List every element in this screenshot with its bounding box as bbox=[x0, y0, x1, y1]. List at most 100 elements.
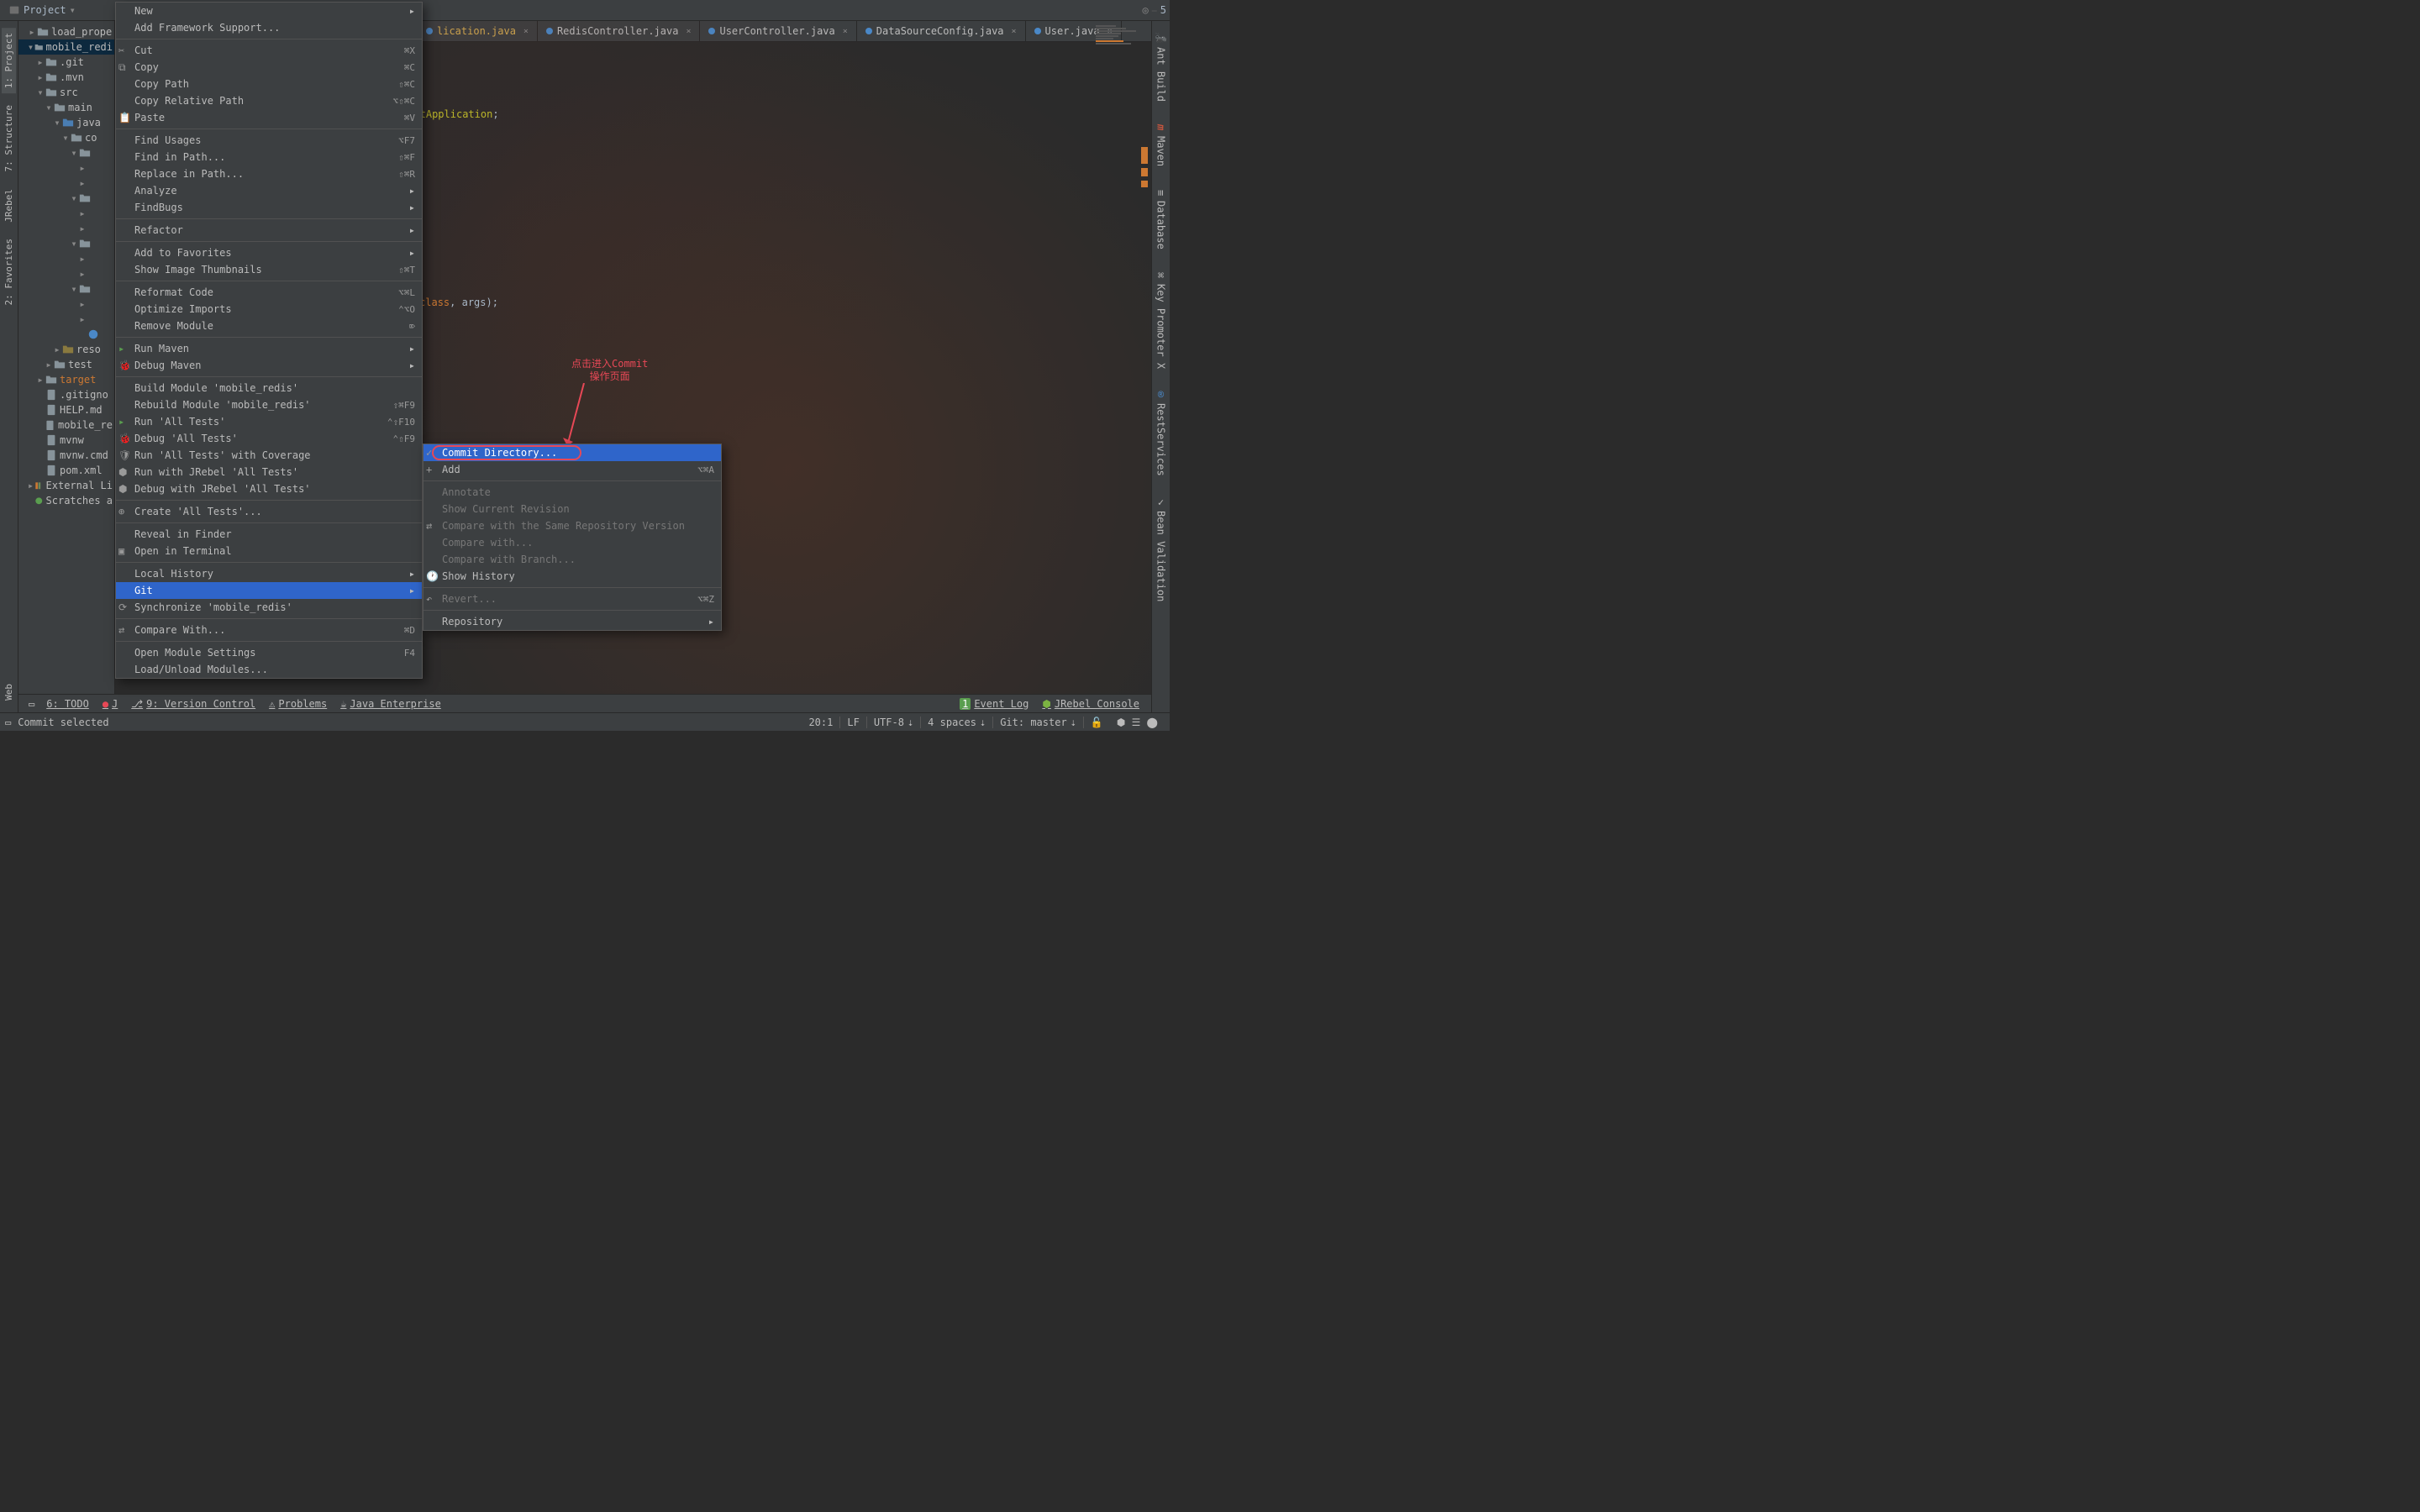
menu-item[interactable]: Local History▸ bbox=[116, 565, 422, 582]
menu-item[interactable]: Find Usages⌥F7 bbox=[116, 132, 422, 149]
tree-row[interactable]: ▸External Li bbox=[18, 478, 114, 493]
gutter-tab-structure[interactable]: 7: Structure bbox=[2, 100, 16, 176]
menu-item[interactable]: Replace in Path...⇧⌘R bbox=[116, 165, 422, 182]
menu-item[interactable]: 🛡Run 'All Tests' with Coverage bbox=[116, 447, 422, 464]
tree-row[interactable]: ▸ bbox=[18, 206, 114, 221]
tree-row[interactable]: mvnw.cmd bbox=[18, 448, 114, 463]
tree-row[interactable]: ▸ bbox=[18, 297, 114, 312]
close-icon[interactable]: × bbox=[686, 27, 691, 36]
gutter-tab-jrebel[interactable]: JRebel bbox=[2, 184, 16, 228]
tree-row[interactable]: ▸target bbox=[18, 372, 114, 387]
menu-item[interactable]: 🕐Show History bbox=[424, 568, 721, 585]
gutter-tab-bean[interactable]: ✓Bean Validation bbox=[1154, 491, 1169, 606]
menu-item[interactable]: Optimize Imports⌃⌥O bbox=[116, 301, 422, 318]
todo-tab[interactable]: 6: TODO bbox=[39, 698, 96, 710]
menu-item[interactable]: Build Module 'mobile_redis' bbox=[116, 380, 422, 396]
tree-row[interactable]: ▸ bbox=[18, 251, 114, 266]
encoding[interactable]: UTF-8 ⇣ bbox=[867, 717, 920, 728]
tree-row[interactable]: pom.xml bbox=[18, 463, 114, 478]
menu-item[interactable]: Add to Favorites▸ bbox=[116, 244, 422, 261]
problems-tab[interactable]: ⚠ Problems bbox=[262, 698, 334, 710]
tree-row[interactable]: ▸ bbox=[18, 176, 114, 191]
tree-row[interactable]: Scratches a bbox=[18, 493, 114, 508]
context-menu[interactable]: New▸Add Framework Support... ✂Cut⌘X⧉Copy⌘… bbox=[115, 2, 423, 679]
menu-item[interactable]: ⇄Compare With...⌘D bbox=[116, 622, 422, 638]
jrebel-console-tab[interactable]: ⬢ JRebel Console bbox=[1035, 698, 1146, 710]
tree-row[interactable]: ▸.git bbox=[18, 55, 114, 70]
project-tree[interactable]: ▸load_prope▾mobile_redi▸.git▸.mvn▾src▾ma… bbox=[18, 21, 114, 512]
menu-item[interactable]: Add Framework Support... bbox=[116, 19, 422, 36]
menu-item[interactable]: ⬢Debug with JRebel 'All Tests' bbox=[116, 480, 422, 497]
menu-item[interactable]: Git▸ bbox=[116, 582, 422, 599]
close-icon[interactable]: × bbox=[1012, 27, 1017, 36]
close-icon[interactable]: × bbox=[523, 27, 529, 36]
menu-item[interactable]: ⬢Run with JRebel 'All Tests' bbox=[116, 464, 422, 480]
menu-item[interactable]: Reformat Code⌥⌘L bbox=[116, 284, 422, 301]
tree-row[interactable]: mobile_re bbox=[18, 417, 114, 433]
menu-item[interactable]: ⟳Synchronize 'mobile_redis' bbox=[116, 599, 422, 616]
tree-row[interactable]: ▸ bbox=[18, 312, 114, 327]
tool-window-show-icon[interactable]: ▭ bbox=[24, 698, 39, 710]
tree-row[interactable]: ▾ bbox=[18, 281, 114, 297]
menu-item[interactable]: ▣Open in Terminal bbox=[116, 543, 422, 559]
status-widgets[interactable]: ⬢ ☰ ⬤ bbox=[1110, 717, 1165, 728]
tree-row[interactable]: .gitigno bbox=[18, 387, 114, 402]
menu-item[interactable]: Copy Path⇧⌘C bbox=[116, 76, 422, 92]
version-control-tab[interactable]: ⎇ 9: Version Control bbox=[124, 698, 262, 710]
menu-item[interactable]: New▸ bbox=[116, 3, 422, 19]
tree-row[interactable]: mvnw bbox=[18, 433, 114, 448]
menu-item[interactable]: Open Module SettingsF4 bbox=[116, 644, 422, 661]
gutter-tab-maven[interactable]: mMaven bbox=[1154, 117, 1169, 171]
tree-row[interactable]: ▾ bbox=[18, 191, 114, 206]
menu-item[interactable]: ⊕Create 'All Tests'... bbox=[116, 503, 422, 520]
tree-row[interactable]: ▾src bbox=[18, 85, 114, 100]
menu-item[interactable]: +Add⌥⌘A bbox=[424, 461, 721, 478]
tree-row[interactable]: ▾co bbox=[18, 130, 114, 145]
menu-item[interactable]: Remove Module⌦ bbox=[116, 318, 422, 334]
menu-item[interactable]: ⧉Copy⌘C bbox=[116, 59, 422, 76]
gutter-tab-keypromoter[interactable]: ⌘Key Promoter X bbox=[1154, 265, 1169, 374]
menu-item[interactable]: Copy Relative Path⌥⇧⌘C bbox=[116, 92, 422, 109]
java-ee-tab[interactable]: ☕ Java Enterprise bbox=[334, 698, 448, 710]
gutter-tab-project[interactable]: 1: Project bbox=[2, 28, 16, 93]
menu-item[interactable]: ✂Cut⌘X bbox=[116, 42, 422, 59]
editor-tab[interactable]: lication.java× bbox=[418, 21, 538, 42]
gutter-tab-rest[interactable]: ®RestServices bbox=[1154, 384, 1169, 481]
aim-icon[interactable]: ◎ bbox=[1143, 4, 1149, 16]
tree-row[interactable]: ▸ bbox=[18, 266, 114, 281]
tree-row[interactable]: ▸ bbox=[18, 160, 114, 176]
project-dropdown[interactable]: Project ▾ bbox=[3, 3, 81, 18]
tree-row[interactable] bbox=[18, 327, 114, 342]
gutter-tab-database[interactable]: ≡Database bbox=[1154, 181, 1169, 255]
menu-item[interactable]: Analyze▸ bbox=[116, 182, 422, 199]
tree-row[interactable]: ▸.mvn bbox=[18, 70, 114, 85]
event-log-tab[interactable]: 1 Event Log bbox=[953, 698, 1035, 710]
indent[interactable]: 4 spaces ⇣ bbox=[921, 717, 992, 728]
gutter-tab-web[interactable]: Web bbox=[2, 679, 16, 706]
close-icon[interactable]: × bbox=[843, 27, 848, 36]
tree-row[interactable]: HELP.md bbox=[18, 402, 114, 417]
editor-tab[interactable]: RedisController.java× bbox=[538, 21, 701, 42]
menu-item[interactable]: FindBugs▸ bbox=[116, 199, 422, 216]
tree-row[interactable]: ▾ bbox=[18, 236, 114, 251]
tree-row[interactable]: ▾main bbox=[18, 100, 114, 115]
tree-row[interactable]: ▾mobile_redi bbox=[18, 39, 114, 55]
menu-item[interactable]: Find in Path...⇧⌘F bbox=[116, 149, 422, 165]
jrebel-exec-tab[interactable]: ● J bbox=[96, 698, 124, 710]
menu-item[interactable]: ▸Run 'All Tests'⌃⇧F10 bbox=[116, 413, 422, 430]
git-branch[interactable]: Git: master ⇣ bbox=[993, 717, 1083, 728]
tree-row[interactable]: ▸load_prope bbox=[18, 24, 114, 39]
menu-item[interactable]: 🐞Debug 'All Tests'⌃⇧F9 bbox=[116, 430, 422, 447]
caret-position[interactable]: 20:1 bbox=[802, 717, 839, 728]
gutter-tab-ant[interactable]: 🐜Ant Build bbox=[1154, 28, 1169, 107]
line-separator[interactable]: LF bbox=[840, 717, 865, 728]
editor-tab[interactable]: DataSourceConfig.java× bbox=[857, 21, 1026, 42]
tree-row[interactable]: ▸test bbox=[18, 357, 114, 372]
tree-row[interactable]: ▸reso bbox=[18, 342, 114, 357]
gutter-tab-favorites[interactable]: 2: Favorites bbox=[2, 234, 16, 310]
menu-item[interactable]: Repository▸ bbox=[424, 613, 721, 630]
menu-item[interactable]: Rebuild Module 'mobile_redis'⇧⌘F9 bbox=[116, 396, 422, 413]
git-submenu[interactable]: ✓Commit Directory...+Add⌥⌘AAnnotateShow … bbox=[423, 444, 722, 631]
menu-item[interactable]: Show Image Thumbnails⇧⌘T bbox=[116, 261, 422, 278]
menu-item[interactable]: 📋Paste⌘V bbox=[116, 109, 422, 126]
